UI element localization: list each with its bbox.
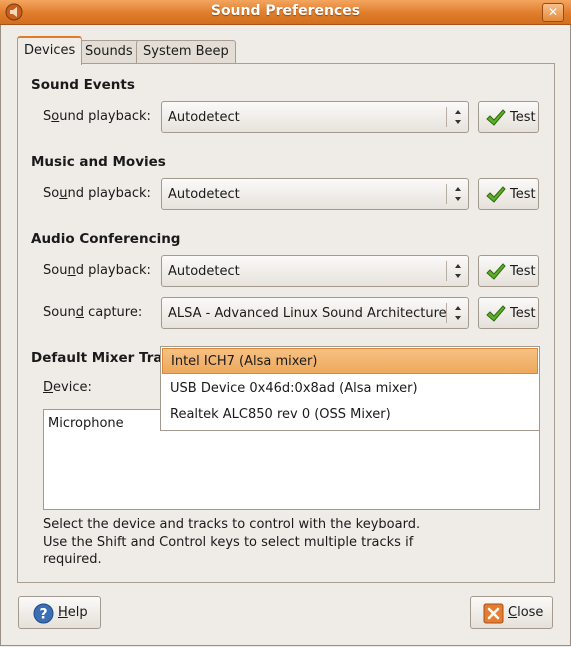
- checkmark-icon: [486, 186, 506, 203]
- sound-events-test-button[interactable]: Test: [478, 101, 539, 133]
- help-line: Select the device and tracks to control …: [43, 517, 421, 532]
- help-line: Use the Shift and Control keys to select…: [43, 534, 414, 550]
- audio-conf-playback-test-button[interactable]: Test: [478, 255, 539, 287]
- audio-conf-playback-combo[interactable]: Autodetect: [161, 255, 469, 287]
- updown-arrows-icon: [455, 187, 461, 201]
- audio-conf-capture-test-button[interactable]: Test: [478, 297, 539, 329]
- combo-value: Autodetect: [168, 110, 240, 125]
- music-movies-playback-combo[interactable]: Autodetect: [161, 178, 469, 210]
- close-icon: [483, 603, 504, 624]
- test-label: Test: [510, 187, 536, 202]
- test-label: Test: [510, 306, 536, 321]
- section-title-audio-conferencing: Audio Conferencing: [31, 231, 181, 247]
- audio-conf-capture-label: Sound capture:: [43, 305, 143, 320]
- help-label: Help: [58, 605, 88, 620]
- music-movies-playback-label: Sound playback:: [43, 186, 151, 201]
- combo-value: Autodetect: [168, 187, 240, 202]
- combo-value: Autodetect: [168, 264, 240, 279]
- help-line: required.: [43, 552, 102, 567]
- tab-system-beep[interactable]: System Beep: [136, 40, 236, 63]
- device-dropdown-popup: Intel ICH7 (Alsa mixer) USB Device 0x46d…: [160, 346, 540, 431]
- test-label: Test: [510, 110, 536, 125]
- combo-separator: [446, 261, 447, 281]
- section-title-default-mixer-tracks: Default Mixer Trac: [31, 350, 171, 366]
- close-button[interactable]: Close: [470, 596, 553, 629]
- section-title-music-movies: Music and Movies: [31, 154, 166, 170]
- mixer-device-label: Device:: [43, 380, 92, 395]
- section-title-sound-events: Sound Events: [31, 77, 135, 93]
- mixer-help-text: Select the device and tracks to control …: [43, 516, 443, 569]
- help-icon: ?: [33, 603, 54, 624]
- window-title: Sound Preferences: [210, 3, 361, 19]
- title-bar: Sound Preferences ✕: [0, 0, 571, 25]
- tab-sounds[interactable]: Sounds: [78, 40, 140, 63]
- device-option-usb[interactable]: USB Device 0x46d:0x8ad (Alsa mixer): [162, 376, 538, 402]
- checkmark-icon: [486, 263, 506, 280]
- audio-conf-capture-combo[interactable]: ALSA - Advanced Linux Sound Architecture: [161, 297, 469, 329]
- audio-conf-playback-label: Sound playback:: [43, 263, 151, 278]
- combo-value: ALSA - Advanced Linux Sound Architecture: [168, 306, 447, 321]
- checkmark-icon: [486, 109, 506, 126]
- tab-devices[interactable]: Devices: [17, 36, 83, 65]
- window-close-button[interactable]: ✕: [542, 3, 564, 22]
- close-label: Close: [508, 605, 544, 620]
- list-item[interactable]: Microphone: [48, 416, 124, 431]
- checkmark-icon: [486, 305, 506, 322]
- updown-arrows-icon: [455, 110, 461, 124]
- combo-separator: [446, 107, 447, 127]
- sound-events-playback-label: Sound playback:: [43, 109, 151, 124]
- updown-arrows-icon: [455, 264, 461, 278]
- device-option-realtek[interactable]: Realtek ALC850 rev 0 (OSS Mixer): [162, 402, 538, 428]
- sound-events-playback-combo[interactable]: Autodetect: [161, 101, 469, 133]
- test-label: Test: [510, 264, 536, 279]
- combo-separator: [446, 303, 447, 323]
- combo-separator: [446, 184, 447, 204]
- updown-arrows-icon: [455, 306, 461, 320]
- music-movies-test-button[interactable]: Test: [478, 178, 539, 210]
- svg-text:?: ?: [39, 607, 47, 623]
- help-button[interactable]: ? Help: [18, 596, 101, 629]
- device-option-intel[interactable]: Intel ICH7 (Alsa mixer): [162, 348, 538, 374]
